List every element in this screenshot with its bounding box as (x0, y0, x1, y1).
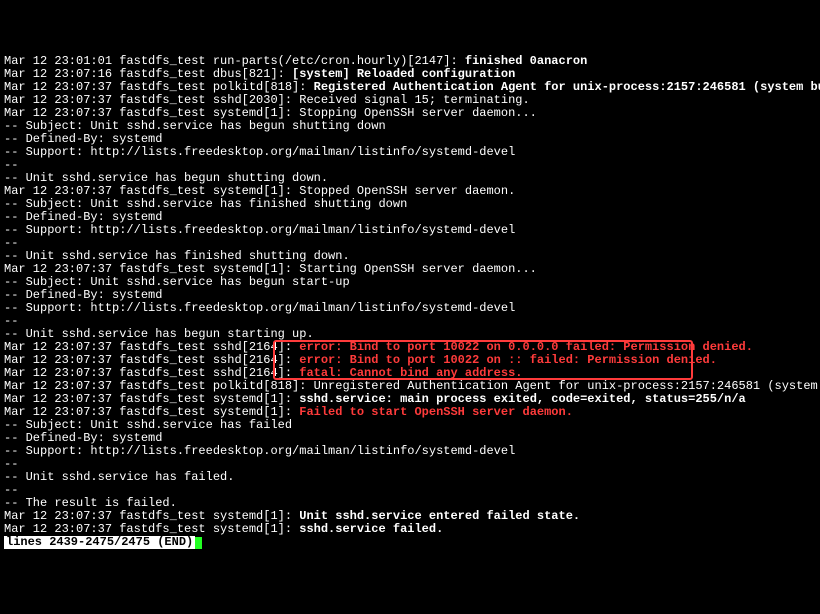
pager-status: lines 2439-2475/2475 (END) (4, 536, 195, 549)
log-line: -- Support: http://lists.freedesktop.org… (4, 146, 816, 159)
log-line: Mar 12 23:07:37 fastdfs_test systemd[1]:… (4, 523, 816, 536)
log-line-error: Mar 12 23:07:37 fastdfs_test sshd[2164]:… (4, 367, 816, 380)
cursor (195, 537, 202, 549)
terminal-output[interactable]: Mar 12 23:01:01 fastdfs_test run-parts(/… (4, 55, 816, 549)
log-line: -- Support: http://lists.freedesktop.org… (4, 302, 816, 315)
log-line: -- Support: http://lists.freedesktop.org… (4, 224, 816, 237)
log-line: -- Unit sshd.service has failed. (4, 471, 816, 484)
log-line: -- Support: http://lists.freedesktop.org… (4, 445, 816, 458)
pager-status-line: lines 2439-2475/2475 (END) (4, 536, 816, 549)
